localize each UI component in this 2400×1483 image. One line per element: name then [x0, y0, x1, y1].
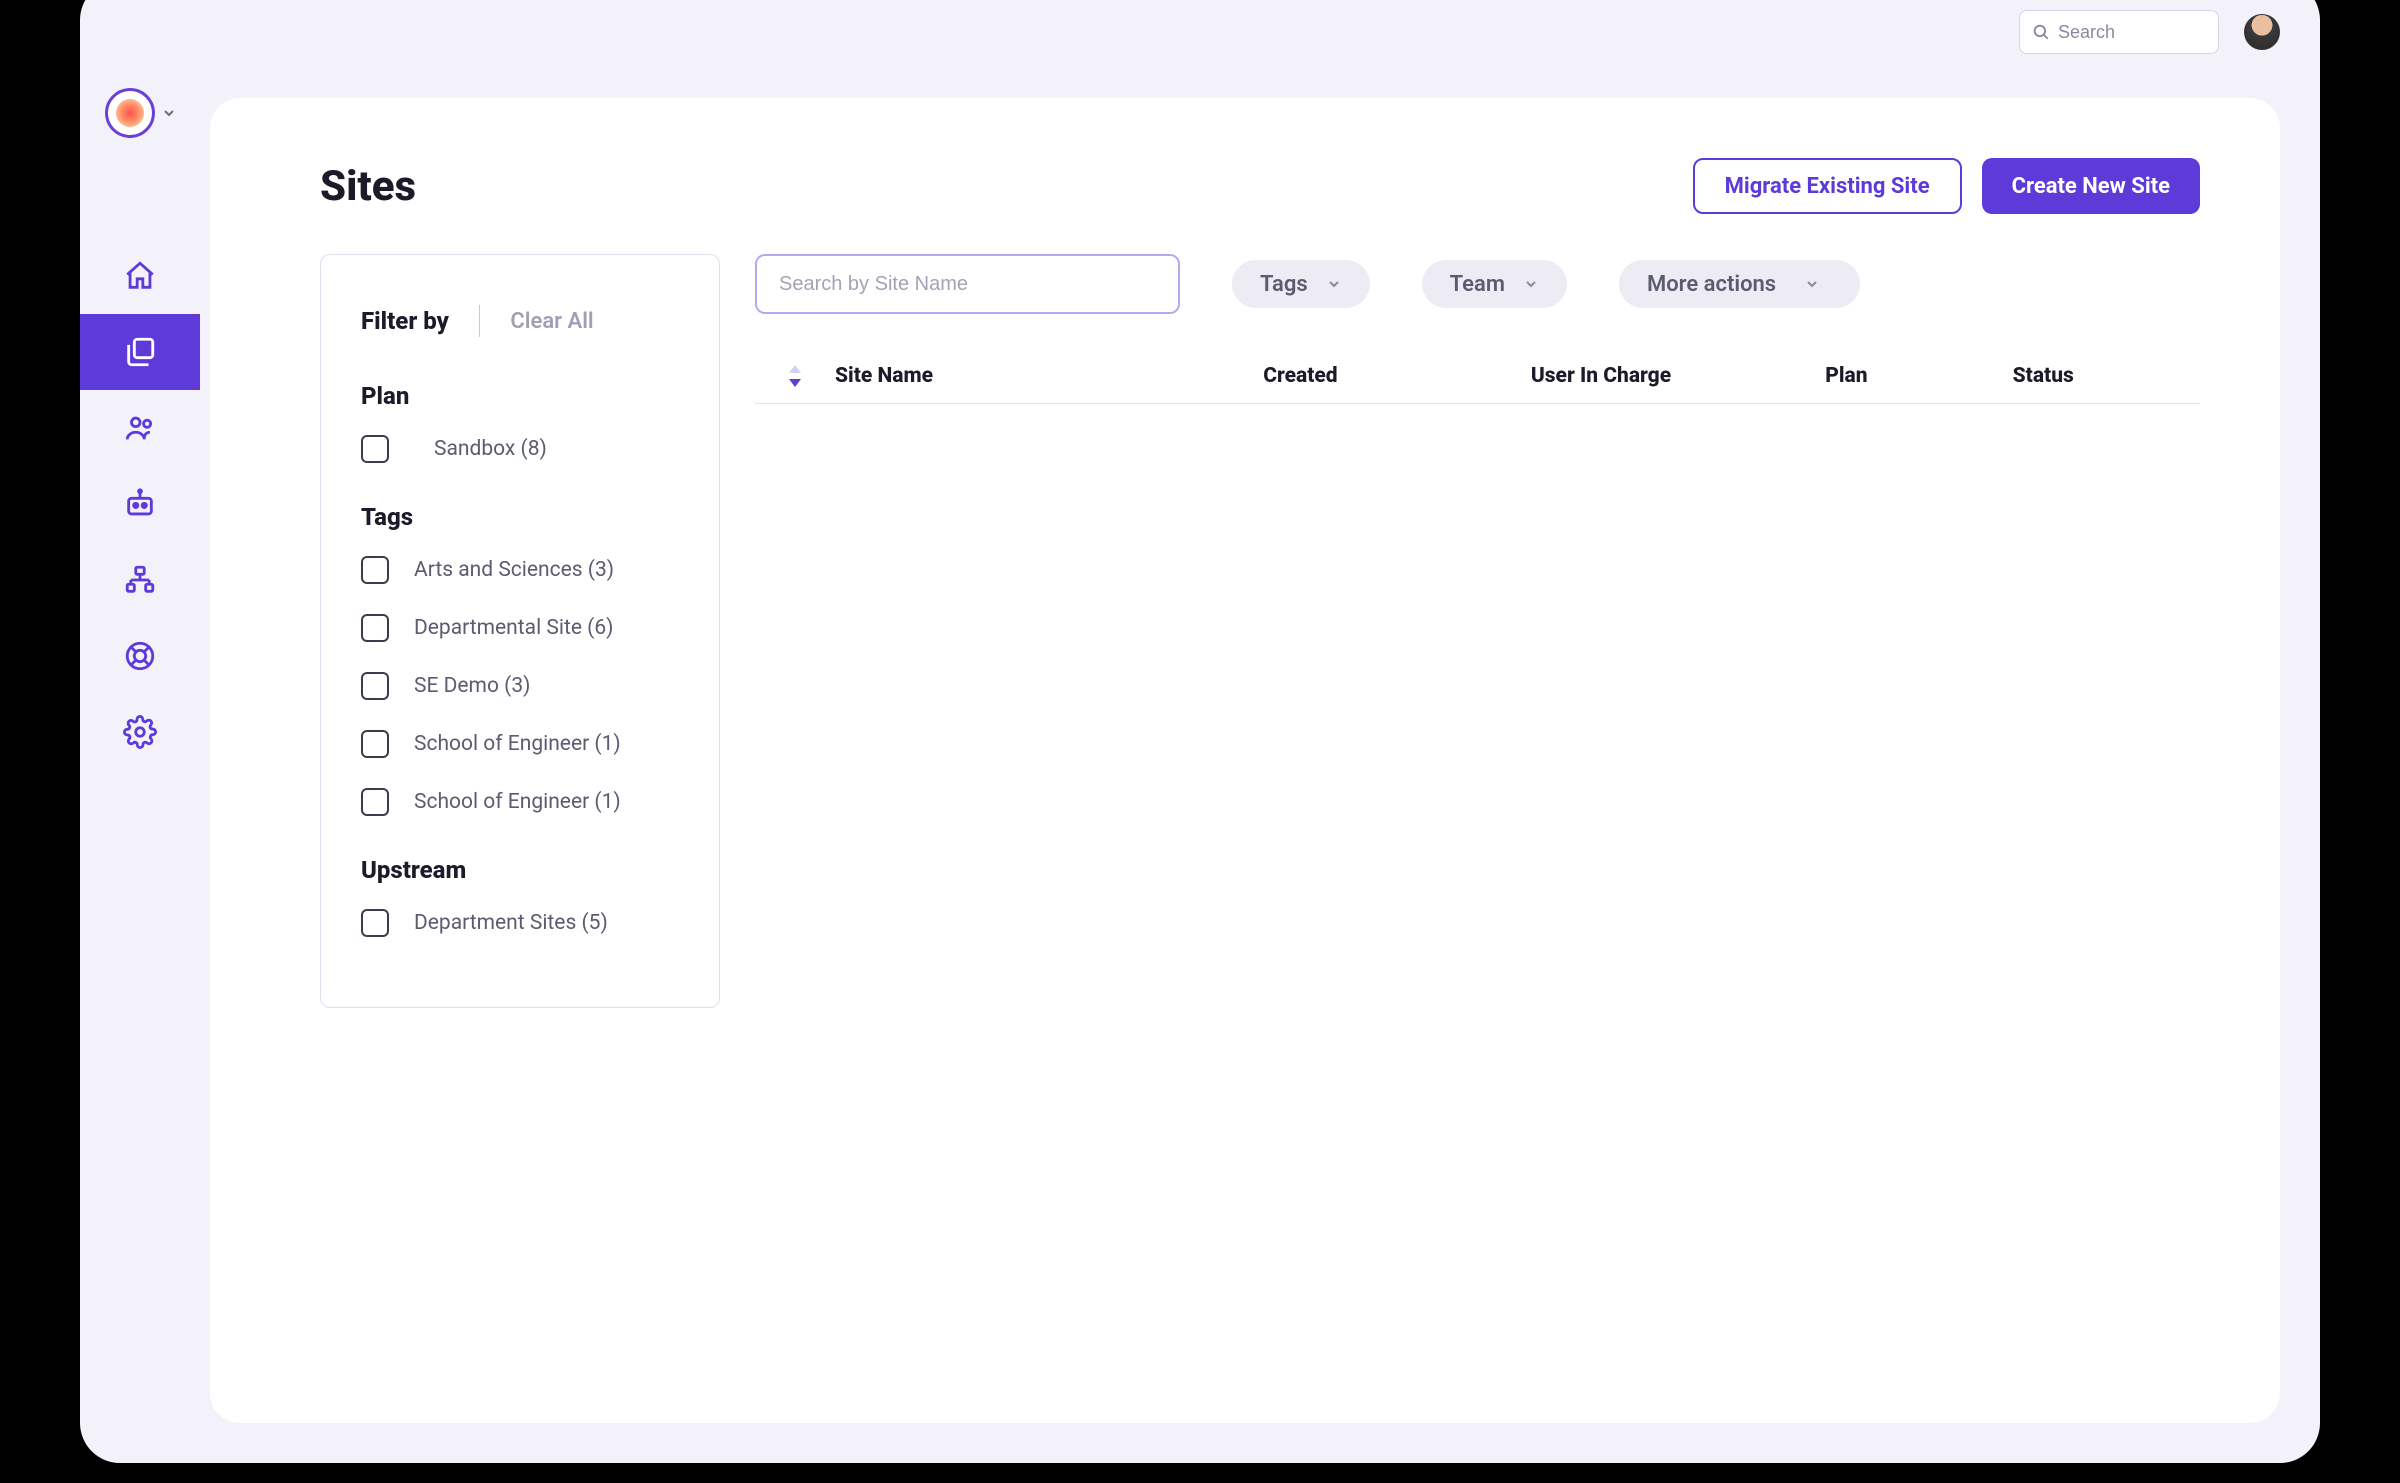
- site-search-input[interactable]: [779, 273, 1156, 296]
- filter-item[interactable]: Department Sites (5): [361, 909, 679, 937]
- content: Filter by Clear All Plan Sandbox (8) Tag…: [320, 254, 2200, 1008]
- filter-item[interactable]: Sandbox (8): [361, 435, 679, 463]
- nav-settings[interactable]: [80, 694, 200, 770]
- list-toolbar: Tags Team More actions: [755, 254, 2200, 314]
- filter-group-tags: Tags Arts and Sciences (3) Departmental …: [361, 503, 679, 816]
- divider: [479, 305, 481, 337]
- team-dropdown[interactable]: Team: [1422, 260, 1567, 308]
- app-window: Sites Migrate Existing Site Create New S…: [80, 0, 2320, 1463]
- nav-support[interactable]: [80, 618, 200, 694]
- more-actions-dropdown[interactable]: More actions: [1619, 260, 1860, 308]
- col-status[interactable]: Status: [2013, 364, 2200, 388]
- site-search[interactable]: [755, 254, 1180, 314]
- global-search[interactable]: [2019, 10, 2219, 54]
- filter-panel: Filter by Clear All Plan Sandbox (8) Tag…: [320, 254, 720, 1008]
- migrate-site-button[interactable]: Migrate Existing Site: [1693, 158, 1962, 214]
- filter-group-plan: Plan Sandbox (8): [361, 382, 679, 463]
- filter-group-upstream: Upstream Department Sites (5): [361, 856, 679, 937]
- filter-header: Filter by Clear All: [361, 305, 679, 337]
- checkbox[interactable]: [361, 435, 389, 463]
- filter-group-title: Tags: [361, 503, 679, 531]
- filter-item-label: School of Engineer (1): [414, 790, 621, 814]
- sort-toggle[interactable]: [755, 365, 835, 387]
- clear-all-button[interactable]: Clear All: [510, 309, 593, 334]
- nav-home[interactable]: [80, 238, 200, 314]
- workspace-switcher[interactable]: [105, 88, 177, 138]
- checkbox[interactable]: [361, 556, 389, 584]
- avatar[interactable]: [2244, 14, 2280, 50]
- filter-item[interactable]: SE Demo (3): [361, 672, 679, 700]
- filter-item-label: SE Demo (3): [414, 674, 530, 698]
- filter-item[interactable]: School of Engineer (1): [361, 730, 679, 758]
- main-panel: Sites Migrate Existing Site Create New S…: [210, 98, 2280, 1423]
- checkbox[interactable]: [361, 672, 389, 700]
- checkbox[interactable]: [361, 614, 389, 642]
- pill-label: Tags: [1260, 272, 1308, 297]
- checkbox[interactable]: [361, 730, 389, 758]
- list-area: Tags Team More actions: [755, 254, 2200, 1008]
- filter-group-title: Plan: [361, 382, 679, 410]
- chevron-down-icon: [1326, 276, 1342, 292]
- nav-teams[interactable]: [80, 390, 200, 466]
- pill-label: Team: [1450, 272, 1505, 297]
- topbar: [2019, 10, 2280, 54]
- filter-item-label: Sandbox (8): [434, 437, 547, 461]
- checkbox[interactable]: [361, 909, 389, 937]
- filter-title: Filter by: [361, 307, 449, 335]
- table-header: Site Name Created User In Charge Plan St…: [755, 349, 2200, 404]
- nav-org[interactable]: [80, 542, 200, 618]
- pill-label: More actions: [1647, 272, 1776, 297]
- filter-item-label: Departmental Site (6): [414, 616, 613, 640]
- chevron-down-icon: [1804, 276, 1820, 292]
- filter-group-title: Upstream: [361, 856, 679, 884]
- chevron-down-icon: [1523, 276, 1539, 292]
- filter-item[interactable]: School of Engineer (1): [361, 788, 679, 816]
- filter-item-label: Arts and Sciences (3): [414, 558, 614, 582]
- page-title: Sites: [320, 162, 416, 211]
- nav-sites[interactable]: [80, 314, 200, 390]
- sidebar: [80, 238, 200, 770]
- nav-bots[interactable]: [80, 466, 200, 542]
- workspace-logo: [105, 88, 155, 138]
- col-created[interactable]: Created: [1263, 364, 1531, 388]
- page-header: Sites Migrate Existing Site Create New S…: [320, 158, 2200, 214]
- tags-dropdown[interactable]: Tags: [1232, 260, 1370, 308]
- col-plan[interactable]: Plan: [1825, 364, 2012, 388]
- filter-item[interactable]: Departmental Site (6): [361, 614, 679, 642]
- col-site-name[interactable]: Site Name: [835, 364, 1263, 388]
- col-user-in-charge[interactable]: User In Charge: [1531, 364, 1825, 388]
- filter-item[interactable]: Arts and Sciences (3): [361, 556, 679, 584]
- create-site-button[interactable]: Create New Site: [1982, 158, 2200, 214]
- chevron-down-icon: [161, 105, 177, 121]
- filter-item-label: Department Sites (5): [414, 911, 608, 935]
- page-actions: Migrate Existing Site Create New Site: [1693, 158, 2200, 214]
- search-icon: [2032, 23, 2050, 41]
- checkbox[interactable]: [361, 788, 389, 816]
- filter-item-label: School of Engineer (1): [414, 732, 621, 756]
